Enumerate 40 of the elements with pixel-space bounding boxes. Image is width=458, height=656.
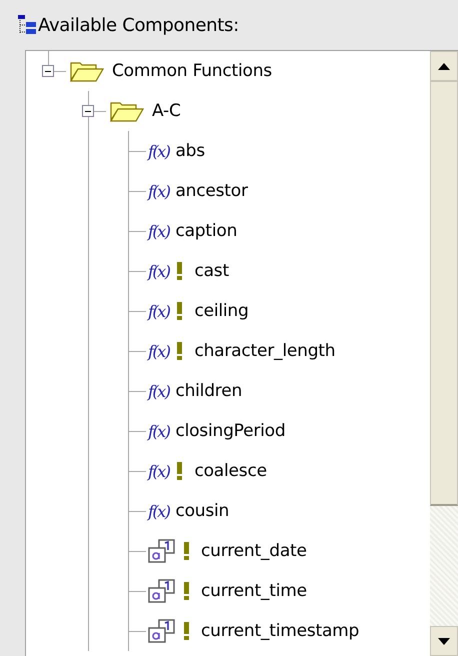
value-label[interactable]: current_time: [201, 581, 307, 601]
function-symbol: f(x): [148, 462, 170, 480]
function-label[interactable]: character_length: [194, 341, 336, 361]
function-label[interactable]: coalesce: [194, 461, 267, 481]
function-label[interactable]: closingPeriod: [175, 421, 286, 441]
folder-label[interactable]: A-C: [152, 101, 181, 121]
scroll-down-button[interactable]: [430, 626, 458, 656]
function-symbol: f(x): [148, 222, 170, 240]
up-arrow-icon: [438, 62, 450, 70]
down-arrow-icon: [438, 638, 450, 644]
function-symbol: f(x): [148, 382, 170, 400]
open-folder-icon: [70, 60, 104, 82]
function-label[interactable]: ceiling: [194, 301, 249, 321]
scrollbar[interactable]: [430, 51, 458, 656]
function-symbol: f(x): [148, 422, 170, 440]
panel-title: Available Components:: [38, 14, 239, 36]
function-label[interactable]: abs: [175, 141, 205, 161]
collapse-toggle[interactable]: [82, 105, 94, 117]
folder-label[interactable]: Common Functions: [112, 61, 272, 81]
function-symbol: f(x): [148, 342, 170, 360]
value-icon: [148, 579, 176, 603]
function-label[interactable]: children: [175, 381, 242, 401]
scroll-thumb[interactable]: [430, 81, 458, 506]
function-symbol: f(x): [148, 502, 170, 520]
open-folder-icon: [110, 100, 144, 122]
collapse-toggle[interactable]: [42, 65, 54, 77]
function-label[interactable]: cousin: [175, 501, 230, 521]
value-label[interactable]: current_date: [201, 541, 307, 561]
function-symbol: f(x): [148, 142, 170, 160]
function-label[interactable]: ancestor: [175, 181, 248, 201]
function-label[interactable]: cast: [194, 261, 229, 281]
function-symbol: f(x): [148, 182, 170, 200]
function-symbol: f(x): [148, 302, 170, 320]
value-label[interactable]: current_timestamp: [201, 621, 360, 641]
scroll-up-button[interactable]: [430, 51, 458, 81]
function-label[interactable]: caption: [175, 221, 238, 241]
value-icon: [148, 539, 176, 563]
value-icon: [148, 619, 176, 643]
function-symbol: f(x): [148, 262, 170, 280]
tree-view-icon: [18, 15, 36, 35]
